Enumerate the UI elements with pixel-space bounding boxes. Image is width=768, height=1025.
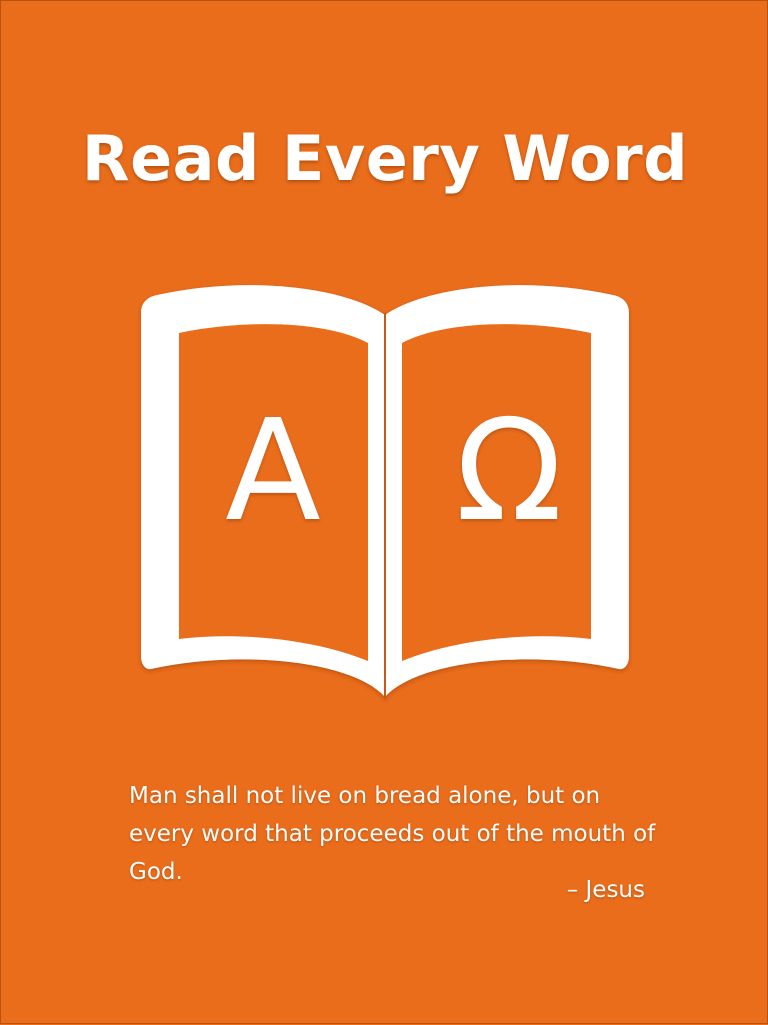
splash-screen: Read Every Word A Ω Man shall not live o…	[0, 0, 768, 1024]
page-title: Read Every Word	[81, 122, 689, 195]
omega-letter: Ω	[455, 390, 563, 553]
alpha-letter: A	[225, 390, 321, 553]
quote-attribution: – Jesus	[566, 877, 645, 903]
